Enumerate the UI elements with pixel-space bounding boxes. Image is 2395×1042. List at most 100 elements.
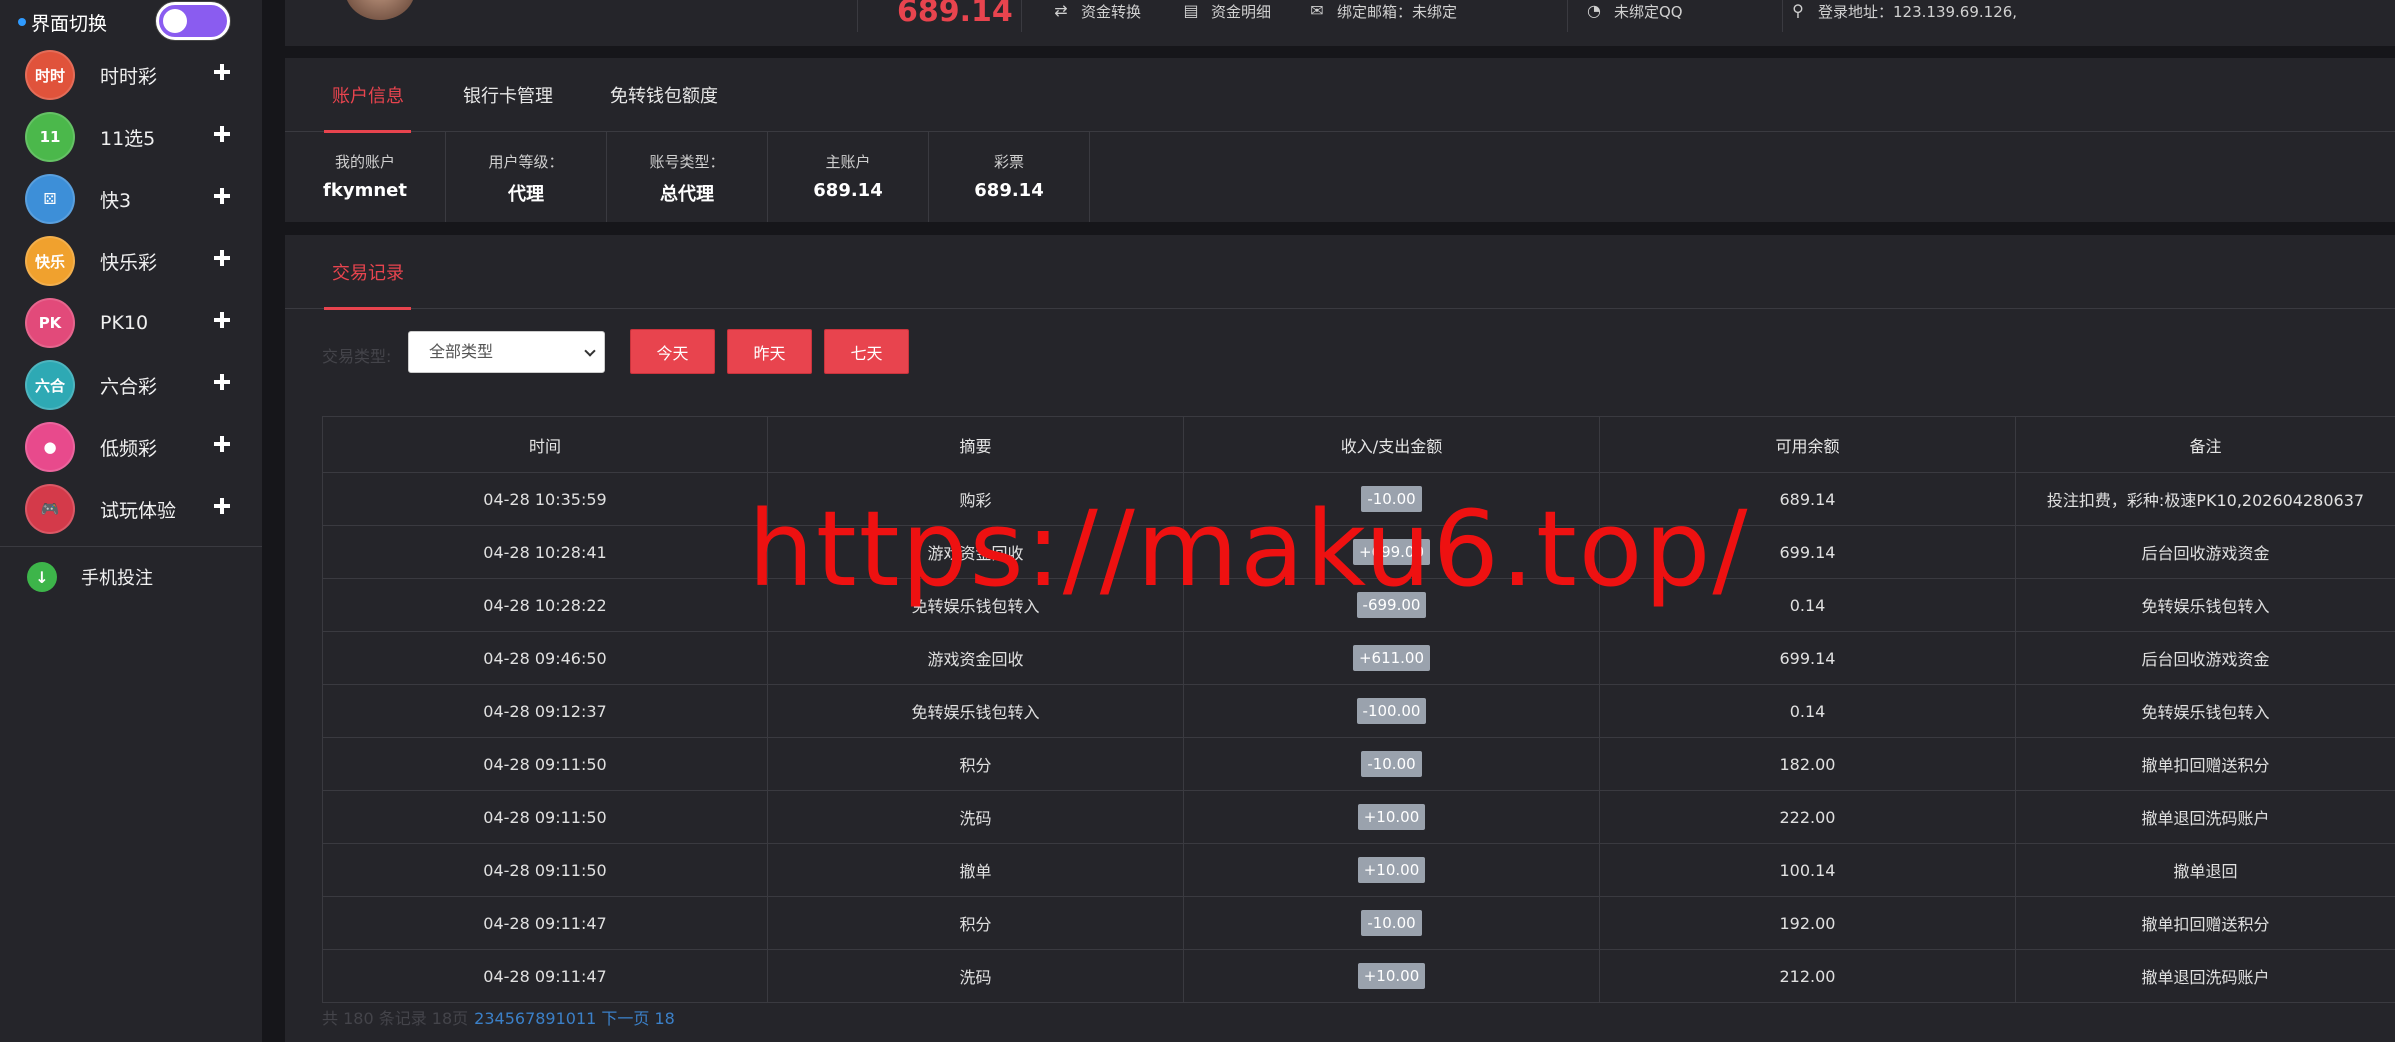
today-button[interactable]: 今天 [630,329,715,374]
bind-email-link[interactable]: ✉ 绑定邮箱：未绑定 [1307,0,1457,22]
table-cell: 04-28 10:28:41 [322,525,768,579]
table-cell: +699.00 [1183,525,1600,579]
amount-badge: -699.00 [1356,592,1427,618]
mail-icon: ✉ [1310,1,1324,20]
filter-label: 交易类型: [322,347,392,366]
sidebar-item[interactable]: ● 低频彩 [0,416,262,478]
table-row: 04-28 10:35:59 购彩 -10.00 689.14 投注扣费，彩种:极速PK… [322,472,2395,526]
stat-account-type: 账号类型： 总代理 [607,132,768,222]
sidebar-item[interactable]: 六合 六合彩 [0,354,262,416]
theme-toggle[interactable] [156,2,230,40]
transactions-panel: 交易记录 交易类型: 全部类型 今天 昨天 七天 时间 摘要 收入/支出金额 可用余额… [285,235,2395,1042]
sidebar-item[interactable]: 快乐 快乐彩 [0,230,262,292]
table-cell: 游戏资金回收 [767,631,1184,685]
account-tabs: 账户信息 银行卡管理 免转钱包额度 [285,58,2395,133]
transfer-link[interactable]: ⇄ 资金转换 [1051,0,1141,22]
sidebar-item-label: 六合彩 [100,375,158,398]
bind-qq-link[interactable]: ◔ 未绑定QQ [1584,0,1683,22]
table-cell: 689.14 [1599,472,2016,526]
table-cell: 04-28 09:12:37 [322,684,768,738]
account-stats: 我的账户 fkymnet 用户等级： 代理 账号类型： 总代理 主账户 689.… [285,132,1090,222]
divider [1782,0,1783,32]
mobile-betting-link[interactable]: ↓ 手机投注 [0,553,262,601]
table-cell: +10.00 [1183,790,1600,844]
table-cell: -100.00 [1183,684,1600,738]
tab-wallet-quota[interactable]: 免转钱包额度 [610,82,718,108]
tab-account-info[interactable]: 账户信息 [332,82,404,108]
sidebar-item[interactable]: 11 11选5 [0,106,262,168]
plus-icon[interactable] [212,310,232,330]
table-cell: 免转娱乐钱包转入 [2015,684,2395,738]
table-cell: -10.00 [1183,472,1600,526]
selected-type: 全部类型 [429,342,494,361]
sidebar-item-label: 快3 [100,189,132,212]
table-row: 04-28 09:11:47 洗码 +10.00 212.00 撤单退回洗码账户 [322,949,2395,1003]
sidebar-item-label: 试玩体验 [100,499,177,522]
tab-transaction-records[interactable]: 交易记录 [332,259,404,285]
table-cell: +10.00 [1183,843,1600,897]
table-cell: 04-28 09:11:47 [322,949,768,1003]
table-row: 04-28 10:28:22 免转娱乐钱包转入 -699.00 0.14 免转娱乐钱包转… [322,578,2395,632]
tab-bank-cards[interactable]: 银行卡管理 [463,82,553,108]
bind-qq-label: 未绑定QQ [1614,2,1683,21]
sidebar-item-label: PK10 [100,312,149,334]
table-row: 04-28 09:11:50 撤单 +10.00 100.14 撤单退回 [322,843,2395,897]
plus-icon[interactable] [212,248,232,268]
table-cell: +611.00 [1183,631,1600,685]
sidebar-item[interactable]: PK PK10 [0,292,262,354]
table-row: 04-28 09:11:50 积分 -10.00 182.00 撤单扣回赠送积分 [322,737,2395,791]
liuhecai-icon: 六合 [25,360,75,410]
plus-icon[interactable] [212,186,232,206]
table-cell: 212.00 [1599,949,2016,1003]
sidebar-item[interactable]: ⚄ 快3 [0,168,262,230]
transaction-type-select[interactable]: 全部类型 [408,331,605,373]
sidebar-item-label: 时时彩 [100,65,158,88]
plus-icon[interactable] [212,372,232,392]
plus-icon[interactable] [212,124,232,144]
table-cell: 撤单扣回赠送积分 [2015,896,2395,950]
table-cell: -10.00 [1183,896,1600,950]
filter-row: 交易类型: 全部类型 今天 昨天 七天 [285,329,2395,377]
avatar[interactable] [345,0,415,20]
transfer-icon: ⇄ [1054,1,1068,20]
fund-detail-link[interactable]: ▤ 资金明细 [1181,0,1271,22]
plus-icon[interactable] [212,62,232,82]
table-cell: 04-28 10:28:22 [322,578,768,632]
table-cell: 免转娱乐钱包转入 [767,684,1184,738]
kuai3-icon: ⚄ [25,174,75,224]
table-cell: 购彩 [767,472,1184,526]
dipincai-icon: ● [25,422,75,472]
gamepad-icon: 🎮 [25,484,75,534]
plus-icon[interactable] [212,496,232,516]
table-cell: 192.00 [1599,896,2016,950]
amount-badge: -10.00 [1361,910,1422,936]
divider [1021,0,1022,32]
table-cell: -699.00 [1183,578,1600,632]
table-cell: 撤单退回 [2015,843,2395,897]
amount-badge: -10.00 [1361,751,1422,777]
sidebar-divider [0,546,262,547]
seven-days-button[interactable]: 七天 [824,329,909,374]
sidebar-item-label: 快乐彩 [100,251,158,274]
kuailecai-icon: 快乐 [25,236,75,286]
table-cell: 0.14 [1599,684,2016,738]
sidebar-item[interactable]: 🎮 试玩体验 [0,478,262,540]
stat-label: 主账户 [825,153,871,171]
table-cell: 222.00 [1599,790,2016,844]
yesterday-button[interactable]: 昨天 [727,329,812,374]
download-icon: ↓ [27,562,57,592]
table-row: 04-28 09:11:50 洗码 +10.00 222.00 撤单退回洗码账户 [322,790,2395,844]
table-cell: 04-28 09:46:50 [322,631,768,685]
sidebar-item-label: 低频彩 [100,437,158,460]
pagination-links[interactable]: 234567891011 下一页 18 [474,1009,675,1028]
table-cell: 撤单 [767,843,1184,897]
table-cell: 04-28 10:35:59 [322,472,768,526]
plus-icon[interactable] [212,434,232,454]
stat-my-account: 我的账户 fkymnet [285,132,446,222]
sidebar-item[interactable]: 时时 时时彩 [0,44,262,106]
theme-switch-label: 界面切换 [31,12,108,35]
transactions-table: 时间 摘要 收入/支出金额 可用余额 备注 04-28 10:35:59 购彩 -10.00… [322,416,2395,1003]
document-icon: ▤ [1183,1,1199,20]
table-cell: 积分 [767,896,1184,950]
amount-badge: +10.00 [1357,804,1426,830]
